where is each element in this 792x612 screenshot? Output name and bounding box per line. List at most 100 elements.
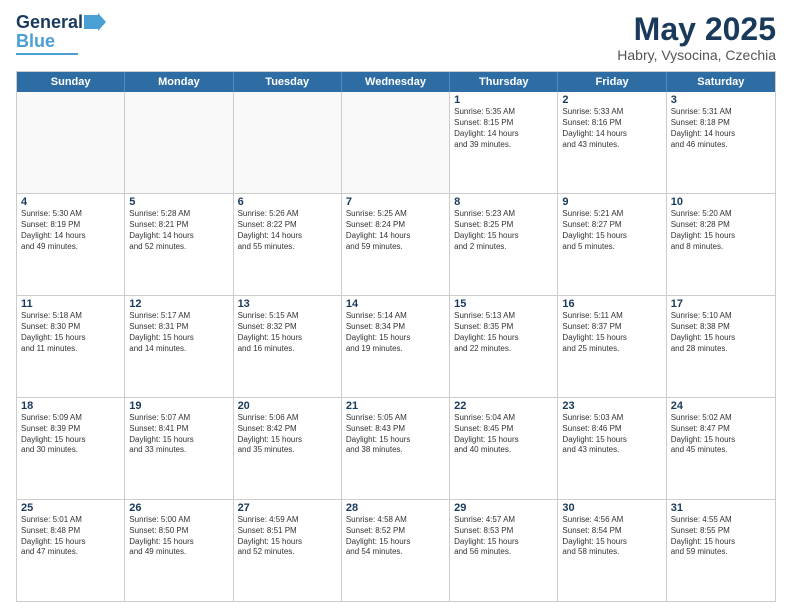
day-info: Sunrise: 5:35 AM Sunset: 8:15 PM Dayligh… xyxy=(454,107,553,150)
calendar-cell: 19Sunrise: 5:07 AM Sunset: 8:41 PM Dayli… xyxy=(125,398,233,499)
day-info: Sunrise: 5:05 AM Sunset: 8:43 PM Dayligh… xyxy=(346,413,445,456)
day-number: 24 xyxy=(671,400,771,412)
day-number: 19 xyxy=(129,400,228,412)
calendar-cell: 15Sunrise: 5:13 AM Sunset: 8:35 PM Dayli… xyxy=(450,296,558,397)
day-info: Sunrise: 5:10 AM Sunset: 8:38 PM Dayligh… xyxy=(671,311,771,354)
calendar-header-row: SundayMondayTuesdayWednesdayThursdayFrid… xyxy=(17,72,775,92)
day-info: Sunrise: 5:00 AM Sunset: 8:50 PM Dayligh… xyxy=(129,515,228,558)
day-info: Sunrise: 5:18 AM Sunset: 8:30 PM Dayligh… xyxy=(21,311,120,354)
calendar-cell: 10Sunrise: 5:20 AM Sunset: 8:28 PM Dayli… xyxy=(667,194,775,295)
day-number: 29 xyxy=(454,502,553,514)
day-info: Sunrise: 5:15 AM Sunset: 8:32 PM Dayligh… xyxy=(238,311,337,354)
calendar-cell: 25Sunrise: 5:01 AM Sunset: 8:48 PM Dayli… xyxy=(17,500,125,601)
calendar-cell: 5Sunrise: 5:28 AM Sunset: 8:21 PM Daylig… xyxy=(125,194,233,295)
day-info: Sunrise: 5:01 AM Sunset: 8:48 PM Dayligh… xyxy=(21,515,120,558)
calendar-cell: 21Sunrise: 5:05 AM Sunset: 8:43 PM Dayli… xyxy=(342,398,450,499)
logo-arrow-icon xyxy=(84,13,106,31)
day-number: 27 xyxy=(238,502,337,514)
day-number: 23 xyxy=(562,400,661,412)
day-info: Sunrise: 4:57 AM Sunset: 8:53 PM Dayligh… xyxy=(454,515,553,558)
calendar: SundayMondayTuesdayWednesdayThursdayFrid… xyxy=(16,71,776,602)
logo-underline xyxy=(16,53,78,55)
calendar-cell: 14Sunrise: 5:14 AM Sunset: 8:34 PM Dayli… xyxy=(342,296,450,397)
calendar-cell: 11Sunrise: 5:18 AM Sunset: 8:30 PM Dayli… xyxy=(17,296,125,397)
calendar-header-day: Thursday xyxy=(450,72,558,92)
title-block: May 2025 Habry, Vysocina, Czechia xyxy=(617,12,776,63)
calendar-cell: 22Sunrise: 5:04 AM Sunset: 8:45 PM Dayli… xyxy=(450,398,558,499)
calendar-cell: 20Sunrise: 5:06 AM Sunset: 8:42 PM Dayli… xyxy=(234,398,342,499)
day-info: Sunrise: 5:17 AM Sunset: 8:31 PM Dayligh… xyxy=(129,311,228,354)
calendar-cell: 7Sunrise: 5:25 AM Sunset: 8:24 PM Daylig… xyxy=(342,194,450,295)
calendar-header-day: Tuesday xyxy=(234,72,342,92)
day-number: 2 xyxy=(562,94,661,106)
calendar-cell: 4Sunrise: 5:30 AM Sunset: 8:19 PM Daylig… xyxy=(17,194,125,295)
calendar-body: 1Sunrise: 5:35 AM Sunset: 8:15 PM Daylig… xyxy=(17,92,775,601)
day-info: Sunrise: 5:31 AM Sunset: 8:18 PM Dayligh… xyxy=(671,107,771,150)
day-number: 18 xyxy=(21,400,120,412)
day-number: 13 xyxy=(238,298,337,310)
calendar-cell xyxy=(17,92,125,193)
calendar-cell: 12Sunrise: 5:17 AM Sunset: 8:31 PM Dayli… xyxy=(125,296,233,397)
calendar-header-day: Wednesday xyxy=(342,72,450,92)
day-number: 12 xyxy=(129,298,228,310)
day-number: 15 xyxy=(454,298,553,310)
day-info: Sunrise: 5:25 AM Sunset: 8:24 PM Dayligh… xyxy=(346,209,445,252)
day-info: Sunrise: 5:06 AM Sunset: 8:42 PM Dayligh… xyxy=(238,413,337,456)
day-number: 26 xyxy=(129,502,228,514)
calendar-cell: 26Sunrise: 5:00 AM Sunset: 8:50 PM Dayli… xyxy=(125,500,233,601)
day-number: 20 xyxy=(238,400,337,412)
day-number: 5 xyxy=(129,196,228,208)
day-number: 3 xyxy=(671,94,771,106)
calendar-cell: 30Sunrise: 4:56 AM Sunset: 8:54 PM Dayli… xyxy=(558,500,666,601)
calendar-week-row: 11Sunrise: 5:18 AM Sunset: 8:30 PM Dayli… xyxy=(17,295,775,397)
calendar-header-day: Monday xyxy=(125,72,233,92)
calendar-cell xyxy=(342,92,450,193)
calendar-cell: 29Sunrise: 4:57 AM Sunset: 8:53 PM Dayli… xyxy=(450,500,558,601)
day-info: Sunrise: 5:26 AM Sunset: 8:22 PM Dayligh… xyxy=(238,209,337,252)
day-number: 9 xyxy=(562,196,661,208)
page-subtitle: Habry, Vysocina, Czechia xyxy=(617,47,776,63)
day-number: 22 xyxy=(454,400,553,412)
day-info: Sunrise: 5:07 AM Sunset: 8:41 PM Dayligh… xyxy=(129,413,228,456)
calendar-week-row: 1Sunrise: 5:35 AM Sunset: 8:15 PM Daylig… xyxy=(17,92,775,193)
day-number: 30 xyxy=(562,502,661,514)
day-info: Sunrise: 4:59 AM Sunset: 8:51 PM Dayligh… xyxy=(238,515,337,558)
day-number: 7 xyxy=(346,196,445,208)
page: General Blue May 2025 Habry, Vysocina, C… xyxy=(0,0,792,612)
day-info: Sunrise: 5:21 AM Sunset: 8:27 PM Dayligh… xyxy=(562,209,661,252)
day-info: Sunrise: 5:20 AM Sunset: 8:28 PM Dayligh… xyxy=(671,209,771,252)
calendar-cell xyxy=(125,92,233,193)
calendar-week-row: 25Sunrise: 5:01 AM Sunset: 8:48 PM Dayli… xyxy=(17,499,775,601)
calendar-cell: 16Sunrise: 5:11 AM Sunset: 8:37 PM Dayli… xyxy=(558,296,666,397)
day-number: 10 xyxy=(671,196,771,208)
day-number: 21 xyxy=(346,400,445,412)
calendar-week-row: 4Sunrise: 5:30 AM Sunset: 8:19 PM Daylig… xyxy=(17,193,775,295)
day-number: 31 xyxy=(671,502,771,514)
logo-general: General xyxy=(16,12,83,33)
day-number: 11 xyxy=(21,298,120,310)
calendar-cell: 27Sunrise: 4:59 AM Sunset: 8:51 PM Dayli… xyxy=(234,500,342,601)
calendar-cell: 6Sunrise: 5:26 AM Sunset: 8:22 PM Daylig… xyxy=(234,194,342,295)
calendar-cell: 23Sunrise: 5:03 AM Sunset: 8:46 PM Dayli… xyxy=(558,398,666,499)
day-info: Sunrise: 5:03 AM Sunset: 8:46 PM Dayligh… xyxy=(562,413,661,456)
day-number: 1 xyxy=(454,94,553,106)
day-info: Sunrise: 5:23 AM Sunset: 8:25 PM Dayligh… xyxy=(454,209,553,252)
day-info: Sunrise: 5:14 AM Sunset: 8:34 PM Dayligh… xyxy=(346,311,445,354)
day-number: 6 xyxy=(238,196,337,208)
calendar-header-day: Sunday xyxy=(17,72,125,92)
day-info: Sunrise: 5:30 AM Sunset: 8:19 PM Dayligh… xyxy=(21,209,120,252)
day-info: Sunrise: 5:04 AM Sunset: 8:45 PM Dayligh… xyxy=(454,413,553,456)
day-number: 25 xyxy=(21,502,120,514)
logo-blue: Blue xyxy=(16,31,55,52)
calendar-cell: 28Sunrise: 4:58 AM Sunset: 8:52 PM Dayli… xyxy=(342,500,450,601)
day-number: 16 xyxy=(562,298,661,310)
day-info: Sunrise: 4:58 AM Sunset: 8:52 PM Dayligh… xyxy=(346,515,445,558)
day-info: Sunrise: 4:55 AM Sunset: 8:55 PM Dayligh… xyxy=(671,515,771,558)
day-info: Sunrise: 5:33 AM Sunset: 8:16 PM Dayligh… xyxy=(562,107,661,150)
calendar-cell: 18Sunrise: 5:09 AM Sunset: 8:39 PM Dayli… xyxy=(17,398,125,499)
calendar-cell: 9Sunrise: 5:21 AM Sunset: 8:27 PM Daylig… xyxy=(558,194,666,295)
calendar-week-row: 18Sunrise: 5:09 AM Sunset: 8:39 PM Dayli… xyxy=(17,397,775,499)
calendar-cell: 13Sunrise: 5:15 AM Sunset: 8:32 PM Dayli… xyxy=(234,296,342,397)
calendar-cell: 31Sunrise: 4:55 AM Sunset: 8:55 PM Dayli… xyxy=(667,500,775,601)
calendar-cell: 2Sunrise: 5:33 AM Sunset: 8:16 PM Daylig… xyxy=(558,92,666,193)
